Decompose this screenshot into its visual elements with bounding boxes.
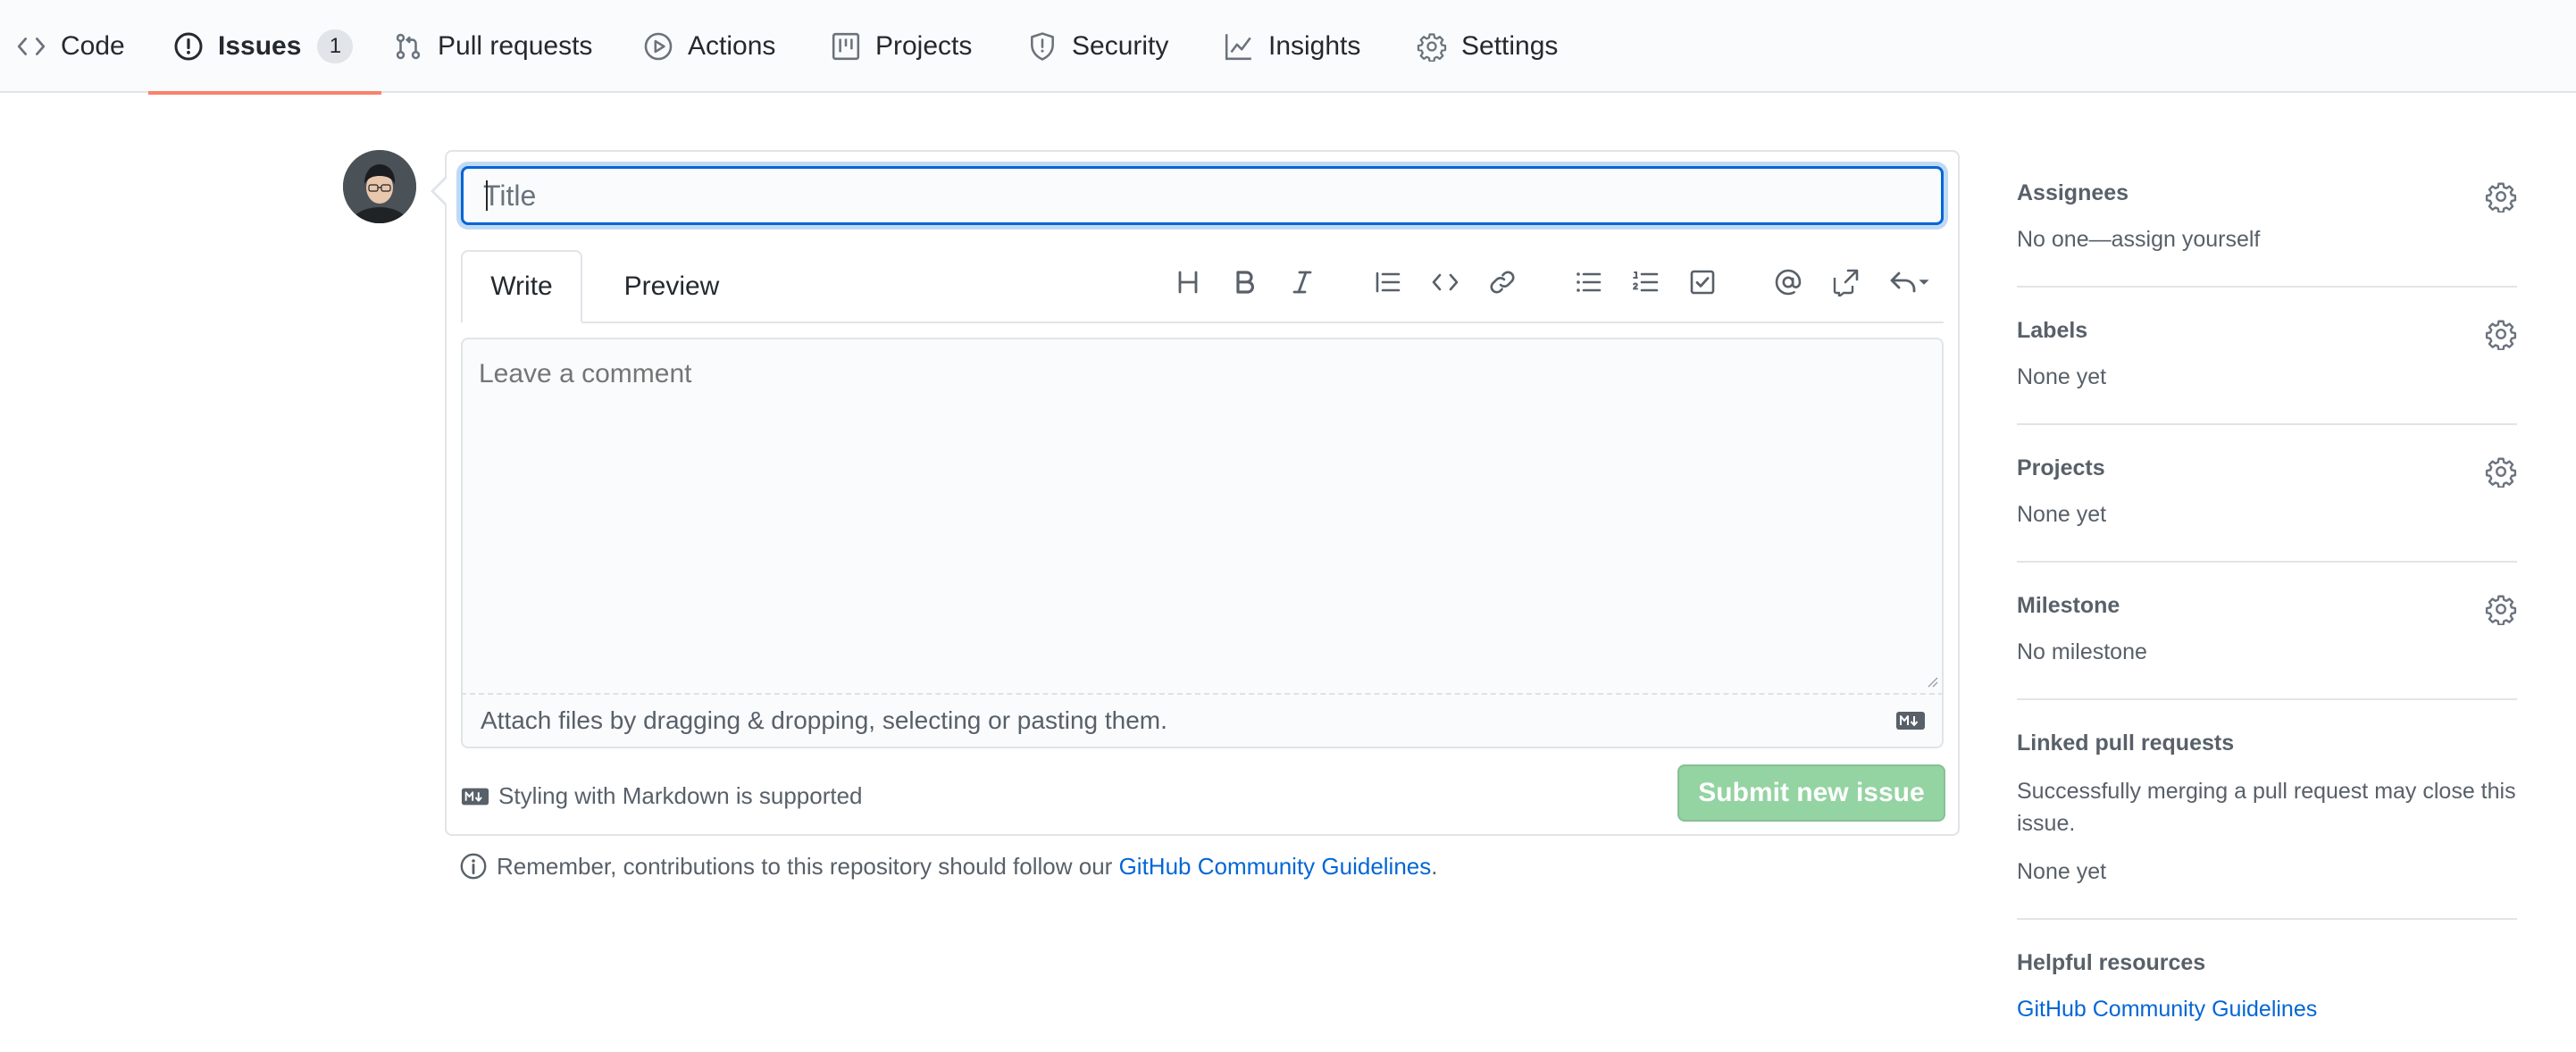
contribution-note-suffix: . — [1431, 852, 1438, 880]
bold-button[interactable] — [1225, 263, 1265, 302]
cross-reference-icon — [1831, 268, 1860, 296]
code-icon — [16, 31, 46, 62]
linked-prs-value: None yet — [2017, 859, 2107, 884]
ordered-list-button[interactable] — [1626, 263, 1665, 302]
play-icon — [643, 31, 673, 62]
shield-icon — [1027, 31, 1058, 62]
helpful-resources-heading: Helpful resources — [2017, 950, 2206, 975]
sidebar-projects[interactable]: Projects None yet — [2017, 425, 2517, 563]
assignees-heading: Assignees — [2017, 180, 2129, 205]
community-guidelines-link[interactable]: GitHub Community Guidelines — [1119, 853, 1432, 880]
tab-label: Settings — [1461, 31, 1559, 61]
gear-icon[interactable] — [2485, 180, 2517, 213]
assignees-value[interactable]: No one—assign yourself — [2017, 227, 2260, 253]
bold-icon — [1231, 268, 1259, 296]
milestone-value: No milestone — [2017, 639, 2147, 664]
sidebar-linked-pull-requests: Linked pull requests Successfully mergin… — [2017, 700, 2517, 920]
tab-projects[interactable]: Projects — [831, 0, 972, 93]
link-icon — [1488, 268, 1517, 296]
markdown-note[interactable]: Styling with Markdown is supported — [461, 782, 863, 810]
link-button[interactable] — [1483, 263, 1522, 302]
issues-count-badge: 1 — [317, 29, 354, 63]
saved-replies-button[interactable] — [1883, 263, 1936, 302]
quote-icon — [1374, 268, 1402, 296]
tab-issues[interactable]: Issues 1 — [148, 0, 382, 95]
quote-button[interactable] — [1368, 263, 1408, 302]
gear-icon[interactable] — [2485, 593, 2517, 625]
mention-button[interactable] — [1769, 263, 1808, 302]
sidebar-labels[interactable]: Labels None yet — [2017, 288, 2517, 425]
tab-pull-requests[interactable]: Pull requests — [393, 0, 592, 93]
unordered-list-icon — [1574, 268, 1602, 296]
comment-textarea[interactable] — [461, 338, 1944, 693]
tab-label: Issues — [218, 31, 302, 61]
issue-opened-icon — [173, 31, 204, 62]
graph-icon — [1224, 31, 1254, 62]
tab-label: Insights — [1268, 31, 1361, 61]
ordered-list-icon — [1631, 268, 1660, 296]
gear-icon — [1417, 31, 1447, 62]
submit-new-issue-button[interactable]: Submit new issue — [1677, 764, 1945, 822]
sidebar-assignees[interactable]: Assignees No one—assign yourself — [2017, 150, 2517, 288]
tab-settings[interactable]: Settings — [1417, 0, 1558, 93]
heading-icon — [1174, 268, 1202, 296]
markdown-icon — [1895, 711, 1926, 731]
unordered-list-button[interactable] — [1568, 263, 1608, 302]
tab-preview[interactable]: Preview — [600, 250, 743, 323]
chevron-down-icon — [1918, 276, 1930, 288]
markdown-icon — [461, 787, 489, 806]
task-list-icon — [1688, 268, 1717, 296]
tab-write[interactable]: Write — [461, 250, 582, 323]
text-cursor — [486, 180, 488, 211]
sidebar-milestone[interactable]: Milestone No milestone — [2017, 563, 2517, 700]
mention-icon — [1774, 268, 1802, 296]
reply-icon — [1889, 268, 1918, 296]
form-caret-fill — [434, 179, 447, 204]
tab-label: Actions — [688, 31, 776, 61]
tab-label: Pull requests — [438, 31, 593, 61]
new-issue-form: Write Preview Attach files by — [431, 150, 1960, 836]
tab-label: Projects — [875, 31, 973, 61]
contribution-note-text: Remember, contributions to this reposito… — [497, 852, 1119, 880]
code-icon — [1431, 268, 1459, 296]
task-list-button[interactable] — [1683, 263, 1722, 302]
linked-prs-description: Successfully merging a pull request may … — [2017, 779, 2516, 836]
projects-heading: Projects — [2017, 455, 2105, 480]
info-icon — [459, 852, 488, 881]
resize-handle-icon[interactable] — [1924, 673, 1938, 688]
code-button[interactable] — [1426, 263, 1465, 302]
sidebar-helpful-resources: Helpful resources GitHub Community Guide… — [2017, 920, 2517, 1052]
tab-insights[interactable]: Insights — [1224, 0, 1360, 93]
labels-value: None yet — [2017, 364, 2107, 389]
project-icon — [831, 31, 861, 62]
tab-code[interactable]: Code — [16, 0, 125, 93]
tab-label: Security — [1072, 31, 1169, 61]
tab-security[interactable]: Security — [1027, 0, 1168, 93]
milestone-heading: Milestone — [2017, 593, 2120, 618]
title-input[interactable] — [461, 166, 1944, 225]
italic-icon — [1288, 268, 1317, 296]
tab-label: Code — [61, 31, 125, 61]
cross-reference-button[interactable] — [1826, 263, 1865, 302]
tab-actions[interactable]: Actions — [643, 0, 775, 93]
labels-heading: Labels — [2017, 318, 2088, 343]
contribution-note: Remember, contributions to this reposito… — [459, 852, 1438, 881]
heading-button[interactable] — [1168, 263, 1208, 302]
italic-button[interactable] — [1283, 263, 1322, 302]
avatar[interactable] — [343, 150, 416, 223]
attach-files-bar[interactable]: Attach files by dragging & dropping, sel… — [461, 693, 1944, 748]
linked-prs-heading: Linked pull requests — [2017, 731, 2235, 756]
community-guidelines-link[interactable]: GitHub Community Guidelines — [2017, 997, 2317, 1023]
selected-tab-underline — [148, 91, 382, 95]
attach-text: Attach files by dragging & dropping, sel… — [481, 706, 1167, 734]
projects-value: None yet — [2017, 502, 2107, 527]
gear-icon[interactable] — [2485, 455, 2517, 488]
gear-icon[interactable] — [2485, 318, 2517, 350]
repo-nav: Code Issues 1 Pull requests Actions Proj… — [0, 0, 2576, 95]
issue-sidebar: Assignees No one—assign yourself Labels … — [2017, 150, 2517, 1052]
git-pull-request-icon — [393, 31, 423, 62]
markdown-note-text: Styling with Markdown is supported — [498, 782, 863, 809]
